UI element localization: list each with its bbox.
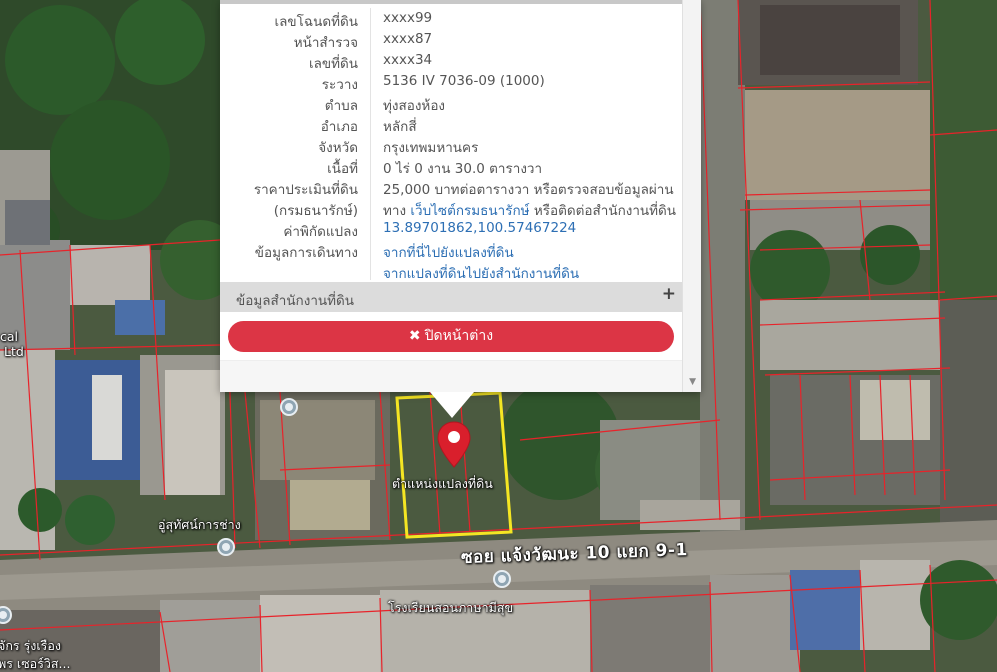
directions-to-office-link[interactable]: จากแปลงที่ดินไปยังสำนักงานที่ดิน [383,262,579,284]
info-row-area: เนื้อที่ 0 ไร่ 0 งาน 30.0 ตารางวา [220,155,682,177]
expand-plus-icon[interactable]: + [662,284,676,304]
popup-scrollbar[interactable]: ▼ [682,0,701,392]
value-suffix: หรือติดต่อสำนักงานที่ดิน [529,203,677,219]
info-row-treasury: (กรมธนารักษ์) ทาง เว็บไซต์กรมธนารักษ์ หร… [220,197,682,219]
land-office-label: ข้อมูลสำนักงานที่ดิน [236,293,355,309]
close-window-button[interactable]: ✖ ปิดหน้าต่าง [228,321,674,352]
coordinates-link[interactable]: 13.89701862,100.57467224 [383,220,576,236]
poi-label[interactable]: โรงเรียนสอนภาษามีสุข [388,598,513,618]
land-office-accordion[interactable]: ข้อมูลสำนักงานที่ดิน + [220,282,682,312]
treasury-website-link[interactable]: เว็บไซต์กรมธนารักษ์ [410,203,529,219]
poi-label[interactable]: อู่สุทัศน์การช่าง [158,515,241,535]
poi-label[interactable]: cal [0,329,18,344]
poi-pin-icon[interactable] [280,398,298,416]
info-row-directions-office: จากแปลงที่ดินไปยังสำนักงานที่ดิน [220,260,682,284]
info-row-subdistrict: ตำบล ทุ่งสองห้อง [220,92,682,114]
value-prefix: ทาง [383,203,411,219]
popup-footer [220,360,682,392]
close-button-label: ปิดหน้าต่าง [424,328,494,344]
info-row-coordinates: ค่าพิกัดแปลง 13.89701862,100.57467224 [220,218,682,240]
marker-label: ตำแหน่งแปลงที่ดิน [392,476,493,491]
close-icon: ✖ [408,328,421,344]
row-value: 5136 IV 7036-09 (1000) [383,73,545,89]
info-row-district: อำเภอ หลักสี่ [220,113,682,135]
poi-pin-icon[interactable] [217,538,235,556]
row-value: xxxx87 [383,31,433,47]
row-value: xxxx34 [383,52,433,68]
info-row-map-sheet: ระวาง 5136 IV 7036-09 (1000) [220,71,682,93]
info-row-province: จังหวัด กรุงเทพมหานคร [220,134,682,156]
scroll-down-icon[interactable]: ▼ [689,377,696,387]
popup-content: เลขโฉนดที่ดิน xxxx99 หน้าสำรวจ xxxx87 เล… [220,4,682,360]
poi-label[interactable]: จักร รุ่งเรือง [0,636,61,656]
poi-label[interactable]: พร เซอร์วิส... [0,654,70,672]
info-row-appraisal: ราคาประเมินที่ดิน 25,000 บาทต่อตารางวา ห… [220,176,682,198]
info-row-land-number: เลขที่ดิน xxxx34 [220,50,682,72]
poi-pin-icon[interactable] [493,570,511,588]
location-pin-icon[interactable] [437,421,471,473]
info-row-directions: ข้อมูลการเดินทาง จากที่นี่ไปยังแปลงที่ดิ… [220,239,682,261]
info-row-deed-number: เลขโฉนดที่ดิน xxxx99 [220,8,682,30]
parcel-info-popup: เลขโฉนดที่ดิน xxxx99 หน้าสำรวจ xxxx87 เล… [220,0,701,418]
row-value: xxxx99 [383,10,433,26]
poi-label[interactable]: Ltd [4,344,24,359]
info-row-survey-page: หน้าสำรวจ xxxx87 [220,29,682,51]
popup-pointer [430,392,474,418]
